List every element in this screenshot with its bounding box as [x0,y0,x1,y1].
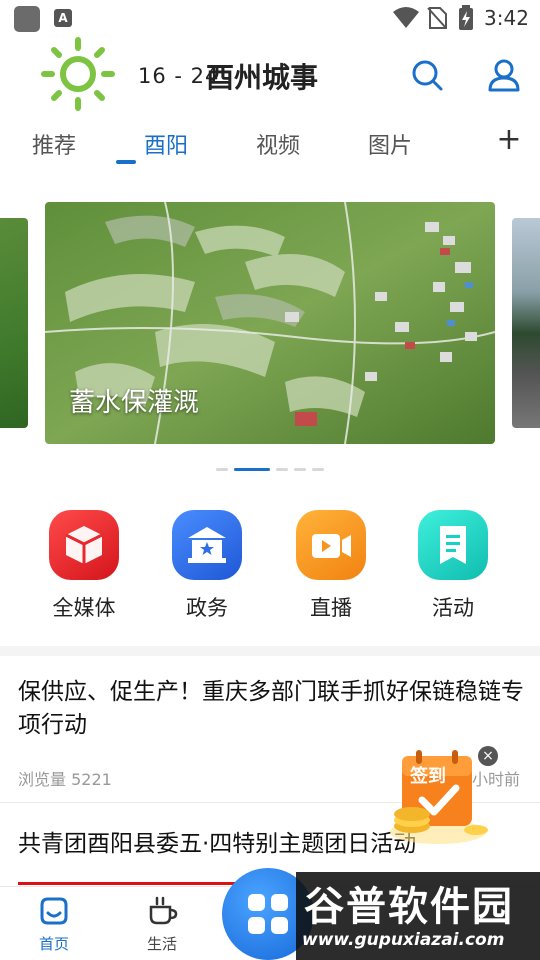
watermark: 谷普软件园 www.gupuxiazai.com [296,872,540,960]
quick-entry-label: 直播 [310,596,352,620]
nav-label: 首页 [38,935,69,953]
carousel-pagination [0,468,540,474]
video-camera-icon [296,510,366,580]
close-icon[interactable]: × [478,746,498,766]
channel-tabs: 推荐 酉阳 视频 图片 + [0,120,540,170]
banner-carousel[interactable]: 蓄水保灌溉 [0,200,540,446]
banner-caption: 蓄水保灌溉 [69,388,200,418]
user-icon[interactable] [484,56,524,96]
previous-slide-image[interactable] [0,218,28,428]
nav-label: 生活 [146,935,177,953]
quick-entry-live[interactable]: 直播 [276,508,386,628]
carousel-dot [276,468,288,471]
tab-youyang[interactable]: 酉阳 [144,128,188,160]
battery-icon [459,5,473,30]
home-icon [40,897,68,925]
carousel-dot [294,468,306,471]
app-screen: A 3:42 16 - 24 酉州城事 推荐 酉阳 视频 图片 + 蓄水保灌溉 … [0,0,540,960]
app-header: 16 - 24 酉州城事 [0,36,540,116]
search-icon[interactable] [408,56,448,96]
tab-pictures[interactable]: 图片 [368,128,412,160]
document-icon [418,510,488,580]
article-title[interactable]: 保供应、促生产！重庆多部门联手抓好保链稳链专项行动 [18,676,528,742]
carousel-dot-active [234,468,270,471]
carousel-dot [216,468,228,471]
next-slide-image[interactable] [512,218,540,428]
quick-entry-label: 活动 [432,596,474,620]
quick-entry-all-media[interactable]: 全媒体 [29,508,139,628]
status-time: 3:42 [484,6,529,30]
no-sim-icon [427,7,447,29]
sun-icon [41,37,115,111]
quick-entry-label: 全媒体 [52,596,116,620]
watermark-url: www.gupuxiazai.com [302,930,505,950]
quick-entry-government[interactable]: 政务 [152,508,262,628]
quick-entry-activity[interactable]: 活动 [398,508,508,628]
banner-slide[interactable]: 蓄水保灌溉 [45,202,495,444]
tab-recommend[interactable]: 推荐 [32,128,76,160]
quick-entry-grid: 全媒体 政务 直播 活动 [0,508,540,628]
watermark-text: 谷普软件园 [304,884,514,930]
wifi-icon [393,7,419,28]
add-channel-button[interactable]: + [494,122,524,157]
tab-video[interactable]: 视频 [256,128,300,160]
article-views: 浏览量 5221 [18,770,112,789]
nav-life[interactable]: 生活 [122,887,202,960]
check-in-label[interactable]: 签到 [410,762,446,788]
app-icon [14,6,40,32]
quick-entry-label: 政务 [186,596,228,620]
government-building-icon [172,510,242,580]
cube-icon [49,510,119,580]
app-title: 酉州城事 [206,61,319,94]
nav-home[interactable]: 首页 [14,887,94,960]
coffee-cup-icon [149,896,178,925]
status-bar: A 3:42 [0,0,540,36]
tab-active-indicator [116,160,136,164]
carousel-dot [312,468,324,471]
section-divider [0,646,540,656]
a-icon: A [54,9,72,27]
